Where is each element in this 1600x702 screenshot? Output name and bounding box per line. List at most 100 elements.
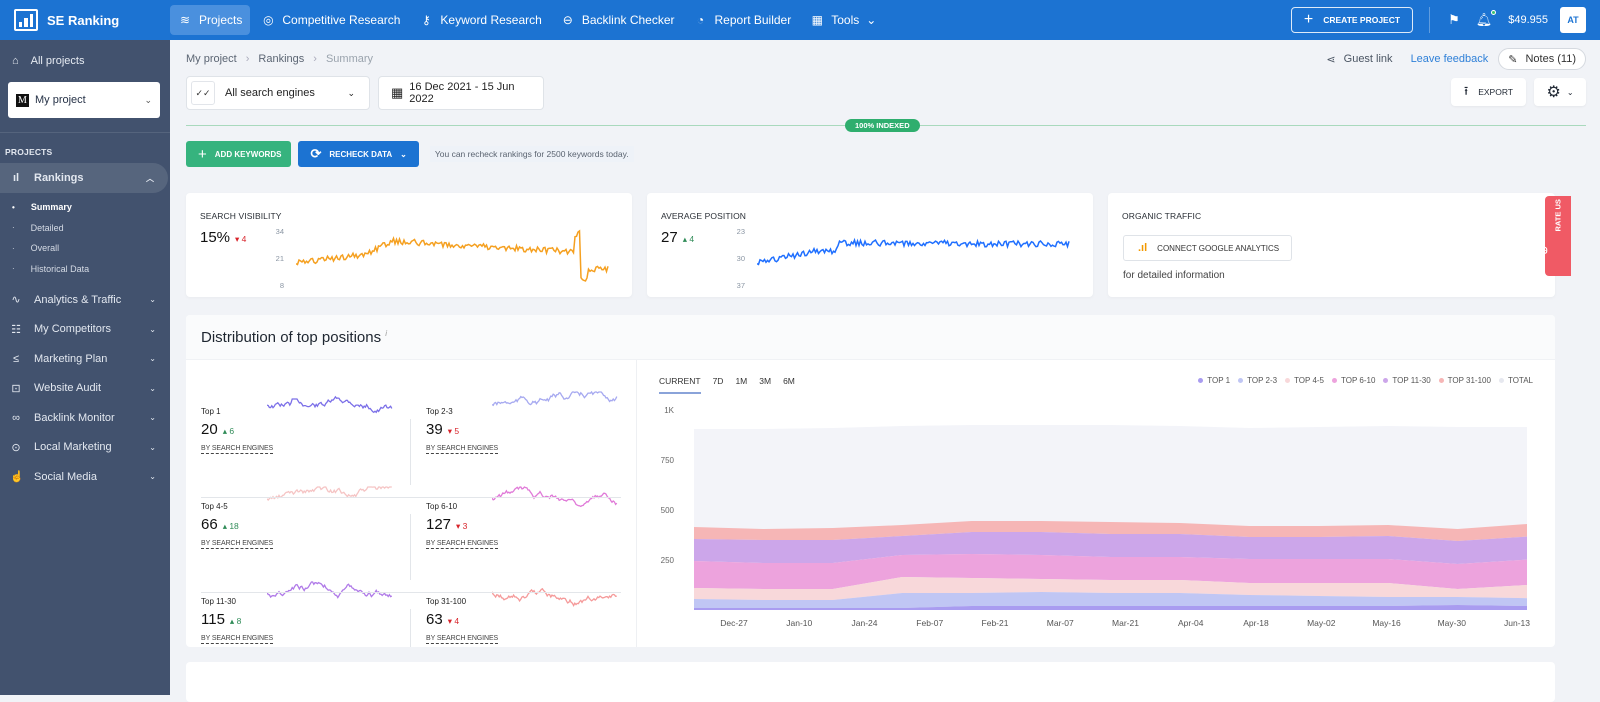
tile-change: ▴ 18 [222,521,239,531]
legend-label: TOP 31-100 [1447,376,1491,385]
by-search-engines-link[interactable]: BY SEARCH ENGINES [201,635,273,644]
nav-keyword-research[interactable]: ⚷ Keyword Research [411,5,549,35]
tab-3m[interactable]: 3M [759,376,771,394]
google-analytics-icon: .ıl [1138,242,1148,254]
settings-dropdown[interactable]: ⚙ ⌄ [1534,78,1586,106]
add-keywords-button[interactable]: + ADD KEYWORDS [186,141,292,167]
notes-button[interactable]: ✎ Notes (11) [1498,48,1586,70]
nav-report-builder[interactable]: ◔ Report Builder [686,5,800,35]
legend-item[interactable]: TOP 11-30 [1383,376,1431,385]
guest-link-label: Guest link [1343,53,1393,65]
legend-label: TOP 6-10 [1341,376,1376,385]
activity-icon: ∿ [11,294,21,307]
sidebar-item-website-audit[interactable]: ⊡ Website Audit ⌄ [0,374,170,404]
guest-link[interactable]: ⋖ Guest link [1326,53,1392,66]
logo-icon [14,9,38,31]
by-search-engines-link[interactable]: BY SEARCH ENGINES [201,445,273,454]
x-tick-label: Mar-07 [1047,618,1074,628]
nav-label: Backlink Checker [581,13,675,27]
chevron-down-icon: ⌄ [149,472,156,482]
sidebar-item-my-competitors[interactable]: ☷ My Competitors ⌄ [0,315,170,345]
legend-dot [1332,378,1338,383]
location-pin-icon: ⊙ [11,441,21,454]
tile-label: Top 2-3 [426,407,453,416]
breadcrumb-separator: › [245,53,250,65]
bullet-icon: • [12,202,15,212]
visibility-sparkline [296,229,609,282]
tab-6m[interactable]: 6M [783,376,795,394]
bullet-icon: · [12,243,15,253]
rate-us-tab[interactable]: RATE US ✋︎ [1535,196,1571,276]
leave-feedback-link[interactable]: Leave feedback [1411,53,1489,65]
date-range-picker[interactable]: ▦ 16 Dec 2021 - 15 Jun 2022 [378,76,544,110]
sidebar-subitem-overall[interactable]: · Overall [0,238,170,259]
top-position-tile: Top 31-100 63 ▾ 4 BY SEARCH ENGINES [426,565,636,660]
x-tick-label: Feb-21 [982,618,1009,628]
tile-value-row: 66 ▴ 18 [201,516,239,533]
change-value: 4 [454,616,460,626]
tab-7d[interactable]: 7D [713,376,724,394]
y-tick-label: 750 [661,456,675,465]
sidebar-item-local-marketing[interactable]: ⊙ Local Marketing ⌄ [0,433,170,463]
change-value: 8 [236,616,242,626]
export-button[interactable]: ⭱ EXPORT [1451,78,1526,106]
avg-position-change: ▴ 4 [682,234,695,244]
card-title: SEARCH VISIBILITY [200,211,282,221]
nav-projects[interactable]: ≋ Projects [170,5,251,35]
legend-item[interactable]: TOP 6-10 [1332,376,1375,385]
nav-competitive-research[interactable]: ◎ Competitive Research [253,5,408,35]
top-position-tile: Top 4-5 66 ▴ 18 BY SEARCH ENGINES [201,470,411,565]
legend-item[interactable]: TOP 1 [1198,376,1230,385]
recheck-data-button[interactable]: ⟳ RECHECK DATA ⌄ [298,141,419,167]
info-icon[interactable]: i [385,329,387,338]
flag-icon[interactable]: ⚑ [1448,12,1460,28]
sidebar-item-social-media[interactable]: ☝ Social Media ⌄ [0,462,170,492]
breadcrumb-project[interactable]: My project [186,53,237,65]
balance[interactable]: $49.955 [1508,14,1548,26]
legend-item[interactable]: TOP 31-100 [1438,376,1491,385]
breadcrumb-rankings[interactable]: Rankings [258,53,304,65]
sparkline-path [492,390,618,407]
create-project-button[interactable]: + CREATE PROJECT [1290,7,1414,33]
x-tick-label: May-16 [1372,618,1401,628]
all-projects-link[interactable]: ⌂ All projects [0,40,170,82]
date-range-value: 16 Dec 2021 - 15 Jun 2022 [409,81,515,105]
search-engine-select[interactable]: ✓✓ All search engines ⌄ [186,76,370,110]
sidebar-item-rankings[interactable]: ıl Rankings ︿ [0,163,168,193]
by-search-engines-link[interactable]: BY SEARCH ENGINES [426,540,498,549]
tab-1m[interactable]: 1M [735,376,747,394]
bell-icon[interactable]: 🔔︎ [1476,10,1497,28]
nav-backlink-checker[interactable]: ⊖ Backlink Checker [553,5,683,35]
tile-value: 63 [426,611,443,628]
tile-value: 115 [201,611,225,628]
legend-item[interactable]: TOP 2-3 [1238,376,1277,385]
sidebar-subitem-detailed[interactable]: · Detailed [0,218,170,239]
distribution-chart-panel: CURRENT 7D 1M 3M 6M TOP 1 TOP 2-3 TOP 4-5 TOP 6… [636,360,1555,647]
breadcrumb-current: Summary [325,53,374,65]
chevron-down-icon: ⌄ [347,87,355,98]
tile-change: ▾ 3 [456,521,468,531]
legend-item[interactable]: TOTAL [1498,376,1533,385]
nav-tools[interactable]: ▦ Tools ⌄ [802,5,884,35]
by-search-engines-link[interactable]: BY SEARCH ENGINES [426,635,498,644]
sidebar-item-analytics-traffic[interactable]: ∿ Analytics & Traffic ⌄ [0,285,170,315]
by-search-engines-link[interactable]: BY SEARCH ENGINES [201,540,273,549]
sidebar-item-marketing-plan[interactable]: ≤ Marketing Plan ⌄ [0,344,170,374]
sidebar-item-backlink-monitor[interactable]: ∞ Backlink Monitor ⌄ [0,403,170,433]
indexed-badge: 100% INDEXED [845,119,920,132]
logo[interactable]: SE Ranking [0,0,170,40]
tab-current[interactable]: CURRENT [659,376,701,394]
project-selector[interactable]: M My project ⌄ [8,82,160,118]
plus-icon: + [1303,11,1314,28]
breadcrumb-separator: › [313,53,317,65]
recheck-data-label: RECHECK DATA [329,149,393,159]
period-tabs: CURRENT 7D 1M 3M 6M [659,376,795,394]
avatar[interactable]: AT [1560,7,1586,33]
connect-google-analytics-button[interactable]: .ıl CONNECT GOOGLE ANALYTICS [1123,235,1292,261]
by-search-engines-link[interactable]: BY SEARCH ENGINES [426,445,498,454]
legend-item[interactable]: TOP 4-5 [1285,376,1324,385]
sidebar-subitem-historical-data[interactable]: · Historical Data [0,259,170,280]
sparkline-path [296,229,609,282]
chevron-up-icon: ︿ [146,173,154,183]
sidebar-subitem-summary[interactable]: • Summary [0,197,170,218]
